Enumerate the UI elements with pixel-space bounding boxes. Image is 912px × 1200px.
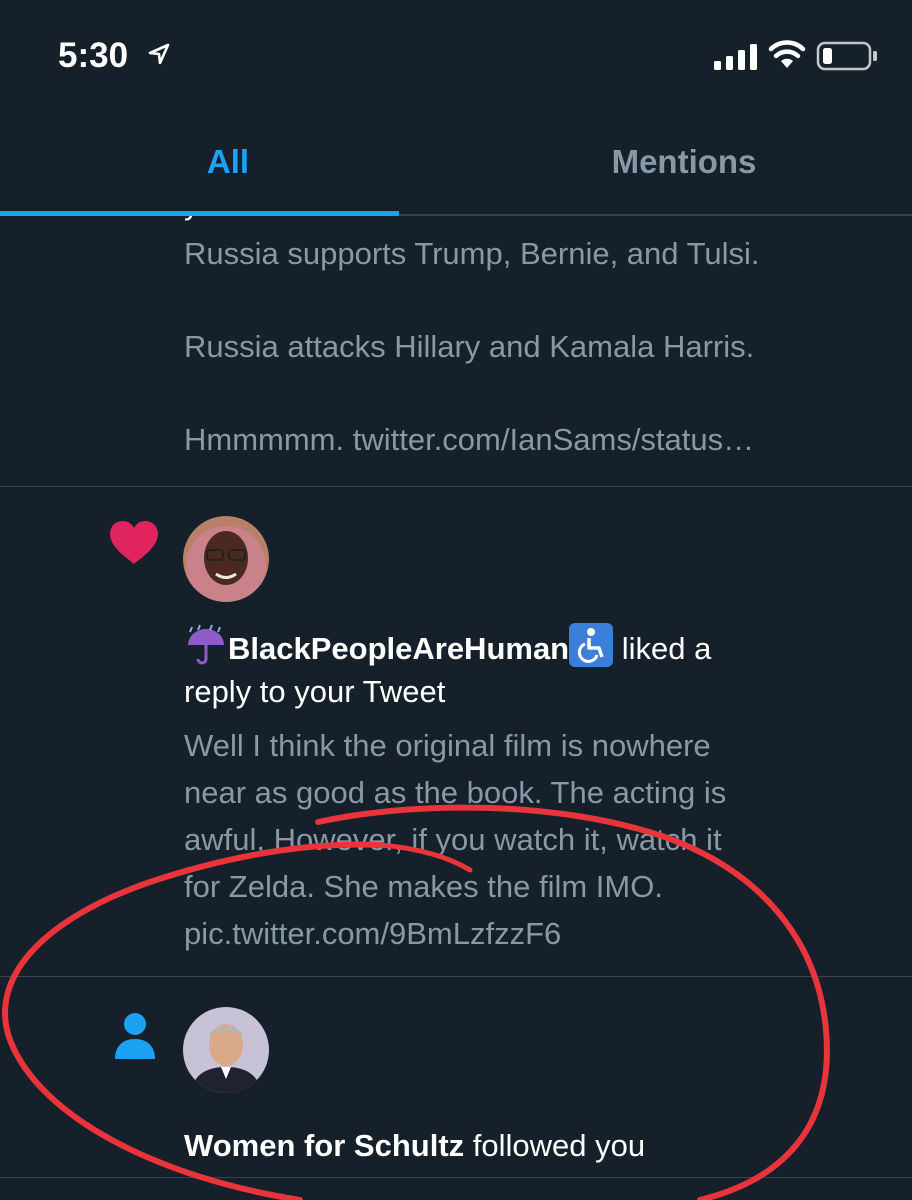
user-name-link[interactable]: Women for Schultz	[184, 1128, 464, 1163]
wifi-icon	[768, 40, 806, 68]
tweet-link[interactable]: pic.twitter.com/9BmLzfzzF6	[184, 911, 561, 957]
notification-action: reply to your Tweet	[184, 674, 446, 709]
status-time: 5:30	[58, 36, 129, 75]
notification-item[interactable]: Women for Schultz followed you	[0, 977, 912, 1178]
notification-action: followed you	[472, 1128, 646, 1163]
notifications-feed: your Retweet Russia supports Trump, Bern…	[0, 214, 912, 1200]
tweet-text-line: Hmmmmm. twitter.com/IanSams/status…	[184, 422, 755, 457]
avatar[interactable]	[183, 516, 269, 602]
wheelchair-emoji-icon	[569, 623, 614, 667]
avatar-image	[183, 516, 269, 602]
umbrella-rain-emoji-icon	[184, 623, 228, 667]
battery-icon	[816, 41, 877, 71]
tweet-text-line: near as good as the book. The acting is	[184, 775, 727, 810]
tab-all[interactable]: All	[0, 110, 456, 214]
notification-item[interactable]: your Retweet Russia supports Trump, Bern…	[0, 214, 912, 487]
person-icon	[115, 1013, 155, 1059]
tweet-text-line: for Zelda. She makes the film IMO.	[184, 869, 663, 904]
notification-text: BlackPeopleAreHuman liked a	[184, 623, 711, 672]
cellular-signal-icon	[714, 44, 757, 70]
user-name-link[interactable]: BlackPeopleAreHuman	[228, 631, 569, 666]
location-arrow-icon	[148, 43, 170, 65]
heart-icon	[110, 521, 158, 564]
notification-tabs: All Mentions	[0, 110, 912, 216]
tab-all-label: All	[206, 143, 250, 180]
status-bar: 5:30	[0, 0, 912, 110]
tweet-text-line: Well I think the original film is nowher…	[184, 728, 711, 763]
tweet-text-line: Russia supports Trump, Bernie, and Tulsi…	[184, 236, 760, 271]
avatar-image	[183, 1007, 269, 1093]
tab-mentions-label: Mentions	[611, 143, 757, 180]
notification-item[interactable]: BlackPeopleAreHuman liked a reply to you…	[0, 486, 912, 977]
tab-mentions[interactable]: Mentions	[456, 110, 912, 214]
active-tab-indicator	[0, 211, 399, 216]
tweet-text-line: Russia attacks Hillary and Kamala Harris…	[184, 329, 755, 364]
notification-action: liked a	[621, 631, 712, 666]
avatar[interactable]	[183, 1007, 269, 1093]
notification-text: Women for Schultz followed you	[184, 1123, 645, 1169]
tweet-text-line: awful, However, if you watch it, watch i…	[184, 822, 722, 857]
